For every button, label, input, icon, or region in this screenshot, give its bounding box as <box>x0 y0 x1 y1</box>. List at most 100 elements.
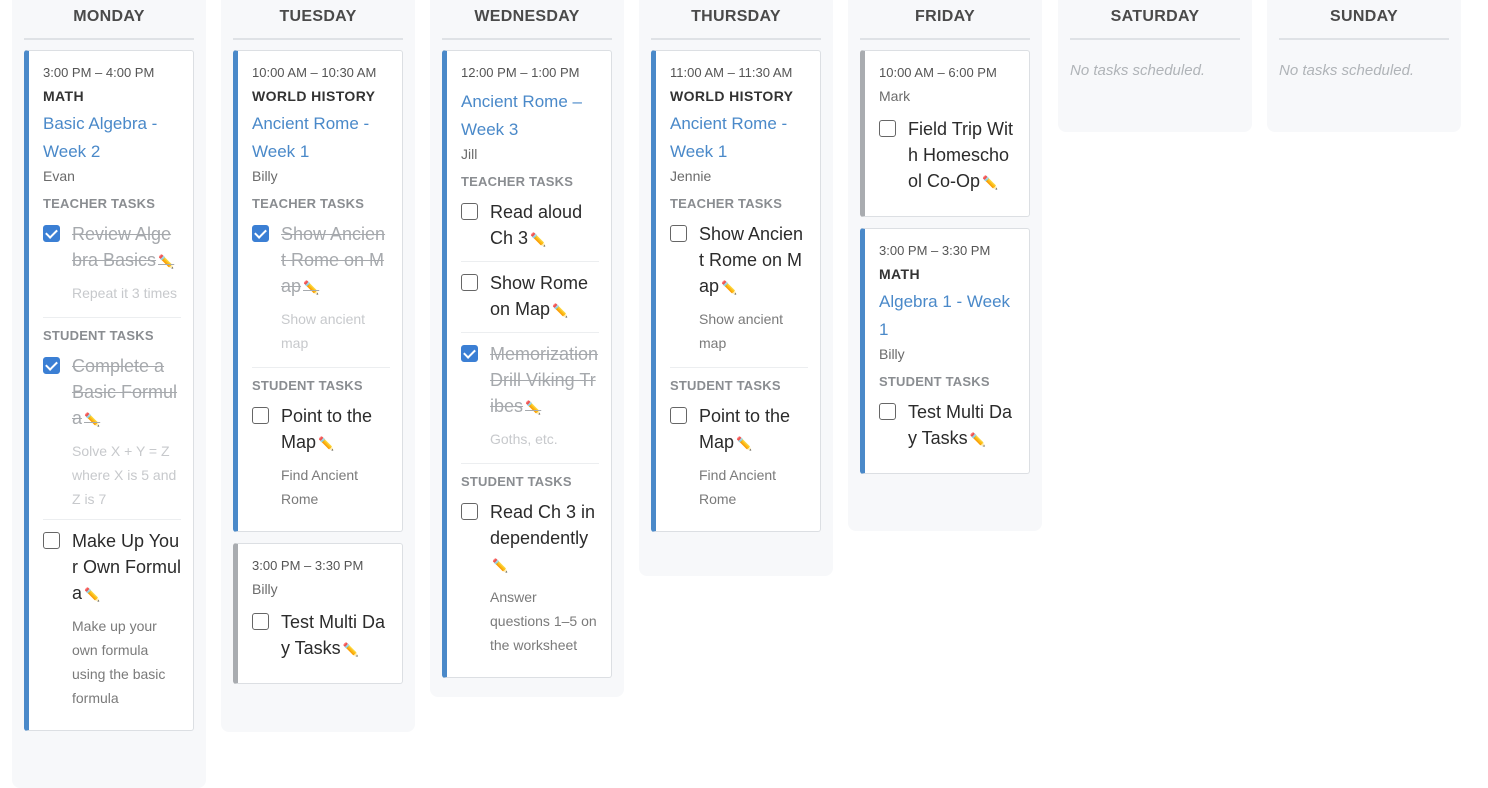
task-checkbox[interactable] <box>252 407 269 424</box>
pencil-icon[interactable]: ✏️ <box>982 175 998 190</box>
task-item: Make Up Your Own Formula ✏️ Make up your … <box>43 519 181 718</box>
task-checkbox[interactable] <box>43 357 60 374</box>
task-note: Show ancient map <box>699 311 784 351</box>
task-checkbox[interactable] <box>670 407 687 424</box>
teacher-tasks-label: TEACHER TASKS <box>670 196 783 211</box>
pencil-icon[interactable]: ✏️ <box>84 587 100 602</box>
time-range: 3:00 PM – 4:00 PM <box>43 65 155 80</box>
subject-label: WORLD HISTORY <box>252 88 376 104</box>
lesson-link[interactable]: Ancient Rome – Week 3 <box>461 88 599 144</box>
task-item: Review Algebra Basics ✏️ Repeat it 3 time… <box>43 221 181 313</box>
subject-label: WORLD HISTORY <box>670 88 794 104</box>
student-name: Billy <box>252 581 278 597</box>
pencil-icon[interactable]: ✏️ <box>303 280 319 295</box>
pencil-icon[interactable]: ✏️ <box>525 400 541 415</box>
lesson-card[interactable]: 11:00 AM – 11:30 AM WORLD HISTORY Ancien… <box>651 50 821 532</box>
task-item: Test Multi Day Tasks ✏️ <box>252 609 390 671</box>
task-checkbox[interactable] <box>879 120 896 137</box>
task-checkbox[interactable] <box>461 203 478 220</box>
pencil-icon[interactable]: ✏️ <box>721 280 737 295</box>
pencil-icon[interactable]: ✏️ <box>530 232 546 247</box>
task-checkbox[interactable] <box>461 345 478 362</box>
time-range: 10:00 AM – 6:00 PM <box>879 65 997 80</box>
task-item: Point to the Map ✏️ Find Ancient Rome <box>670 403 808 519</box>
task-note: Solve X + Y = Z where X is 5 and Z is 7 <box>72 443 177 507</box>
task-checkbox[interactable] <box>461 503 478 520</box>
student-name: Billy <box>879 346 905 362</box>
empty-state: No tasks scheduled. <box>1279 62 1415 79</box>
task-item: Memorization Drill Viking Tribes ✏️ Goths… <box>461 332 599 459</box>
day-header: FRIDAY <box>860 0 1030 40</box>
task-checkbox[interactable] <box>461 274 478 291</box>
student-tasks-label: STUDENT TASKS <box>43 317 181 343</box>
lesson-link[interactable]: Ancient Rome - Week 1 <box>670 110 808 166</box>
task-checkbox[interactable] <box>43 532 60 549</box>
pencil-icon[interactable]: ✏️ <box>318 436 334 451</box>
lesson-card[interactable]: 3:00 PM – 4:00 PM MATH Basic Algebra - W… <box>24 50 194 731</box>
day-column-sunday: SUNDAY No tasks scheduled. <box>1267 0 1461 132</box>
lesson-card[interactable]: 12:00 PM – 1:00 PM Ancient Rome – Week 3… <box>442 50 612 678</box>
subject-label: MATH <box>43 88 84 104</box>
task-title: Show Ancient Rome on Map <box>699 224 804 296</box>
task-note: Answer questions 1–5 on the worksheet <box>490 589 597 653</box>
pencil-icon[interactable]: ✏️ <box>552 303 568 318</box>
task-item: Read Ch 3 independently ✏️ Answer questio… <box>461 499 599 665</box>
task-title: Read Ch 3 independently <box>490 502 596 548</box>
task-item: Show Rome on Map ✏️ <box>461 261 599 332</box>
task-item: Show Ancient Rome on Map ✏️ Show ancient … <box>670 221 808 363</box>
student-tasks-label: STUDENT TASKS <box>670 367 808 393</box>
time-range: 3:00 PM – 3:30 PM <box>252 558 364 573</box>
student-tasks-label: STUDENT TASKS <box>461 463 599 489</box>
task-item: Point to the Map ✏️ Find Ancient Rome <box>252 403 390 519</box>
student-name: Jill <box>461 146 478 162</box>
task-note: Repeat it 3 times <box>72 285 178 301</box>
student-name: Jennie <box>670 168 712 184</box>
pencil-icon[interactable]: ✏️ <box>158 254 174 269</box>
day-header: MONDAY <box>24 0 194 40</box>
lesson-link[interactable]: Ancient Rome - Week 1 <box>252 110 390 166</box>
task-checkbox[interactable] <box>670 225 687 242</box>
pencil-icon[interactable]: ✏️ <box>970 432 986 447</box>
task-checkbox[interactable] <box>43 225 60 242</box>
task-title: Memorization Drill Viking Tribes <box>490 344 599 416</box>
time-range: 3:00 PM – 3:30 PM <box>879 243 991 258</box>
subject-label: MATH <box>879 266 920 282</box>
task-title: Review Algebra Basics <box>72 224 172 270</box>
day-column-saturday: SATURDAY No tasks scheduled. <box>1058 0 1252 132</box>
day-header: THURSDAY <box>651 0 821 40</box>
task-note: Make up your own formula using the basic… <box>72 618 166 706</box>
student-tasks-label: STUDENT TASKS <box>252 367 390 393</box>
pencil-icon[interactable]: ✏️ <box>492 558 508 573</box>
pencil-icon[interactable]: ✏️ <box>736 436 752 451</box>
student-name: Mark <box>879 88 911 104</box>
lesson-card[interactable]: 3:00 PM – 3:30 PM MATH Algebra 1 - Week … <box>860 228 1030 474</box>
pencil-icon[interactable]: ✏️ <box>343 642 359 657</box>
task-item: Test Multi Day Tasks ✏️ <box>879 399 1017 461</box>
teacher-tasks-label: TEACHER TASKS <box>461 174 574 189</box>
day-column-monday: MONDAY 3:00 PM – 4:00 PM MATH Basic Alge… <box>12 0 206 788</box>
task-item: Read aloud Ch 3 ✏️ <box>461 199 599 261</box>
task-title: Show Rome on Map <box>490 273 589 319</box>
task-item: Complete a Basic Formula ✏️ Solve X + Y =… <box>43 353 181 519</box>
lesson-link[interactable]: Basic Algebra - Week 2 <box>43 110 181 166</box>
time-range: 11:00 AM – 11:30 AM <box>670 65 793 80</box>
day-header: WEDNESDAY <box>442 0 612 40</box>
task-checkbox[interactable] <box>879 403 896 420</box>
time-range: 12:00 PM – 1:00 PM <box>461 65 580 80</box>
pencil-icon[interactable]: ✏️ <box>84 412 100 427</box>
day-header: SUNDAY <box>1279 0 1449 40</box>
lesson-card[interactable]: 10:00 AM – 10:30 AM WORLD HISTORY Ancien… <box>233 50 403 532</box>
lesson-link[interactable]: Algebra 1 - Week 1 <box>879 288 1017 344</box>
task-checkbox[interactable] <box>252 613 269 630</box>
lesson-card[interactable]: 10:00 AM – 6:00 PM Mark Field Trip With … <box>860 50 1030 217</box>
day-column-tuesday: TUESDAY 10:00 AM – 10:30 AM WORLD HISTOR… <box>221 0 415 732</box>
time-range: 10:00 AM – 10:30 AM <box>252 65 377 80</box>
task-checkbox[interactable] <box>252 225 269 242</box>
task-note: Find Ancient Rome <box>281 467 359 507</box>
student-name: Evan <box>43 168 75 184</box>
task-note: Show ancient map <box>281 311 366 351</box>
student-tasks-label: STUDENT TASKS <box>879 374 990 389</box>
lesson-card[interactable]: 3:00 PM – 3:30 PM Billy Test Multi Day T… <box>233 543 403 684</box>
task-title: Test Multi Day Tasks <box>908 402 1013 448</box>
student-name: Billy <box>252 168 278 184</box>
